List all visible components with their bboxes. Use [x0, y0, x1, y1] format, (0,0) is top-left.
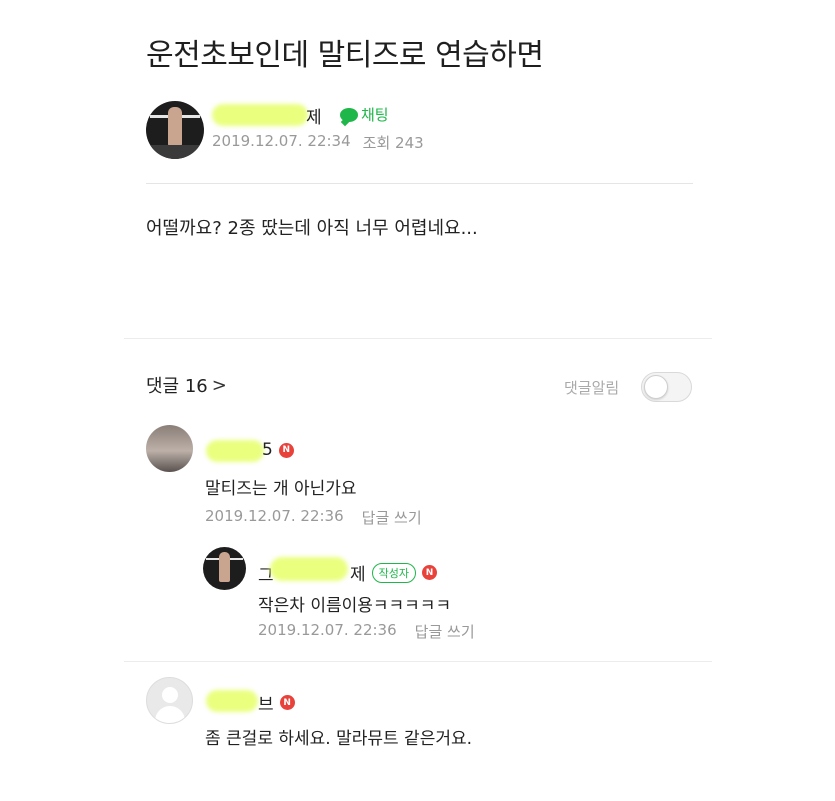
reply-author-name-text: 제: [350, 565, 366, 585]
author-name[interactable]: 제: [306, 103, 322, 128]
comment-meta: 2019.12.07. 22:36 답글 쓰기: [205, 507, 422, 528]
comments-count-link[interactable]: 댓글 16 >: [146, 372, 227, 398]
new-badge: N: [278, 442, 294, 458]
comment-date: 2019.12.07. 22:36: [258, 621, 397, 639]
new-badge: N: [279, 695, 295, 710]
author-name-redaction: [212, 104, 308, 126]
commenter-name[interactable]: 5 N: [262, 440, 294, 460]
comment-notify-label: 댓글알림: [564, 379, 620, 397]
divider: [146, 183, 693, 184]
commenter-name-text: 5: [262, 440, 273, 460]
comment-notify-toggle[interactable]: [641, 372, 692, 402]
comment-text: 말티즈는 개 아닌가요: [205, 479, 357, 499]
reply-button[interactable]: 답글 쓰기: [362, 507, 422, 528]
post-date: 2019.12.07. 22:34: [212, 132, 351, 150]
default-avatar[interactable]: [146, 677, 193, 724]
new-badge: N: [422, 565, 438, 580]
chat-link[interactable]: 채팅: [340, 104, 389, 125]
comment-text: 좀 큰걸로 하세요. 말라뮤트 같은거요.: [205, 729, 473, 749]
commenter-name-redaction: [206, 690, 258, 712]
comments-count: 댓글 16: [146, 376, 208, 397]
author-avatar[interactable]: [146, 101, 204, 159]
reply-author-name[interactable]: 제 작성자 N: [350, 560, 438, 585]
post-title: 운전초보인데 말티즈로 연습하면: [146, 38, 544, 73]
divider: [124, 661, 712, 662]
comment-date: 2019.12.07. 22:36: [205, 507, 344, 525]
chat-bubble-icon: [340, 107, 358, 122]
person-icon: [162, 687, 178, 703]
post-meta: 2019.12.07. 22:34 조회 243: [212, 132, 424, 153]
comment-text: 작은차 이름이용ㅋㅋㅋㅋㅋ: [258, 596, 452, 616]
commenter-name[interactable]: 브 N: [258, 690, 295, 715]
reply-author-avatar[interactable]: [203, 547, 246, 590]
divider: [124, 338, 712, 339]
toggle-knob: [644, 375, 668, 399]
commenter-name-redaction: [206, 440, 264, 462]
reply-author-name-redaction: [270, 557, 348, 581]
post-body: 어떨까요? 2종 땄는데 아직 너무 어렵네요...: [146, 218, 478, 239]
commenter-avatar[interactable]: [146, 425, 193, 472]
chat-label: 채팅: [361, 106, 389, 124]
comment-meta: 2019.12.07. 22:36 답글 쓰기: [258, 621, 475, 642]
post-views: 조회 243: [362, 134, 424, 152]
chevron-right-icon: >: [211, 374, 227, 396]
commenter-name-text: 브: [258, 695, 274, 715]
writer-badge: 작성자: [371, 562, 417, 583]
reply-button[interactable]: 답글 쓰기: [415, 621, 475, 642]
